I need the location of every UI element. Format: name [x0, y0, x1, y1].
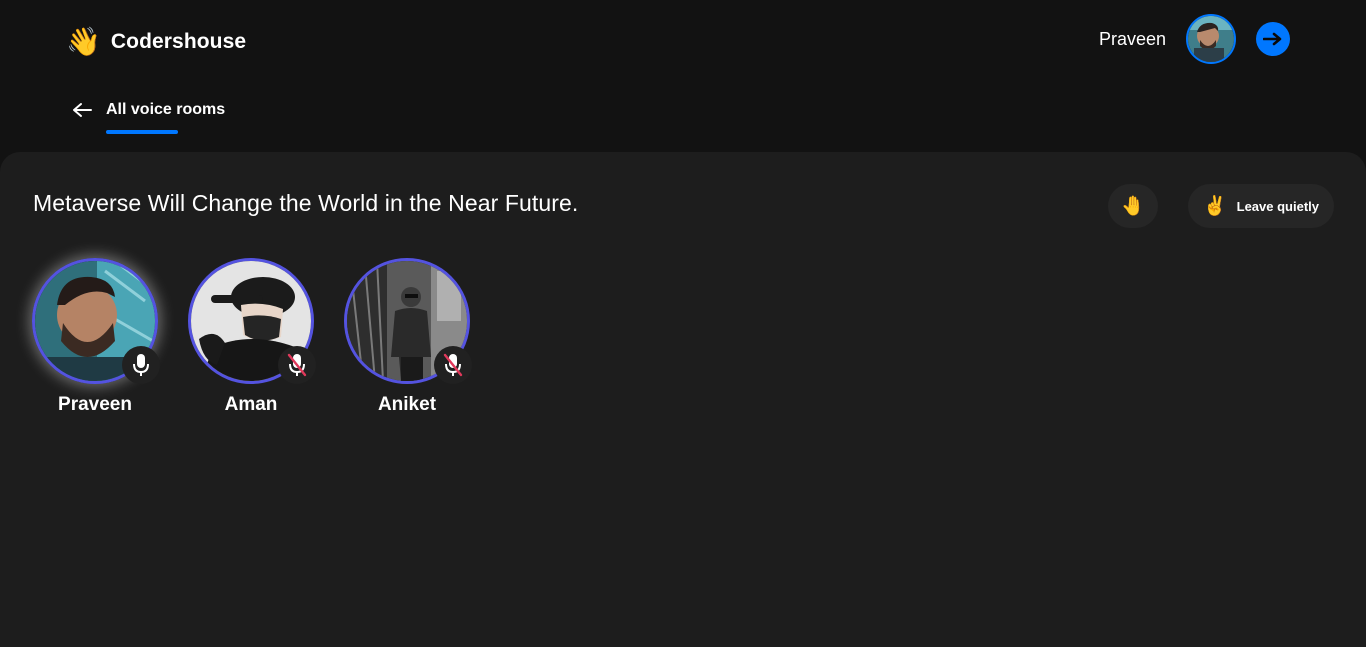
app-header: 👋 Codershouse Praveen — [0, 0, 1366, 84]
subnav-tab: All voice rooms — [106, 96, 225, 134]
arrow-left-icon — [72, 96, 92, 124]
client-card: Aniket — [344, 258, 472, 416]
waving-hand-icon: 👋 — [66, 26, 101, 57]
room-panel: Metaverse Will Change the World in the N… — [0, 152, 1366, 647]
current-user-avatar[interactable] — [1186, 14, 1236, 64]
client-card: Praveen — [32, 258, 160, 416]
brand-logo-link[interactable]: 👋 Codershouse — [66, 24, 246, 60]
current-user-name: Praveen — [1098, 28, 1166, 49]
victory-hand-icon: ✌️ — [1202, 196, 1227, 217]
room-topic: Metaverse Will Change the World in the N… — [33, 190, 579, 216]
logout-button[interactable] — [1256, 22, 1290, 56]
back-to-rooms-link[interactable]: All voice rooms — [72, 96, 225, 136]
client-name: Praveen — [58, 394, 132, 415]
mic-toggle-button[interactable] — [434, 346, 472, 384]
client-card: Aman — [188, 258, 316, 416]
leave-quietly-label: Leave quietly — [1236, 198, 1320, 214]
mic-toggle-button[interactable] — [278, 346, 316, 384]
user-area: Praveen — [1099, 14, 1290, 64]
arrow-right-icon — [1263, 32, 1282, 46]
leave-quietly-button[interactable]: ✌️ Leave quietly — [1188, 184, 1334, 228]
raise-hand-button[interactable]: 🤚 — [1108, 184, 1158, 228]
client-list: Praveen Aman Aniket — [32, 258, 472, 416]
subnav-label: All voice rooms — [106, 101, 226, 118]
active-tab-underline — [106, 130, 178, 134]
mic-toggle-button[interactable] — [122, 346, 160, 384]
raised-hand-icon: 🤚 — [1121, 196, 1145, 217]
client-name: Aman — [224, 394, 278, 415]
mic-muted-icon — [443, 353, 463, 377]
mic-muted-icon — [287, 353, 307, 377]
brand-name: Codershouse — [110, 30, 247, 53]
mic-icon — [133, 354, 149, 376]
client-name: Aniket — [377, 394, 437, 415]
